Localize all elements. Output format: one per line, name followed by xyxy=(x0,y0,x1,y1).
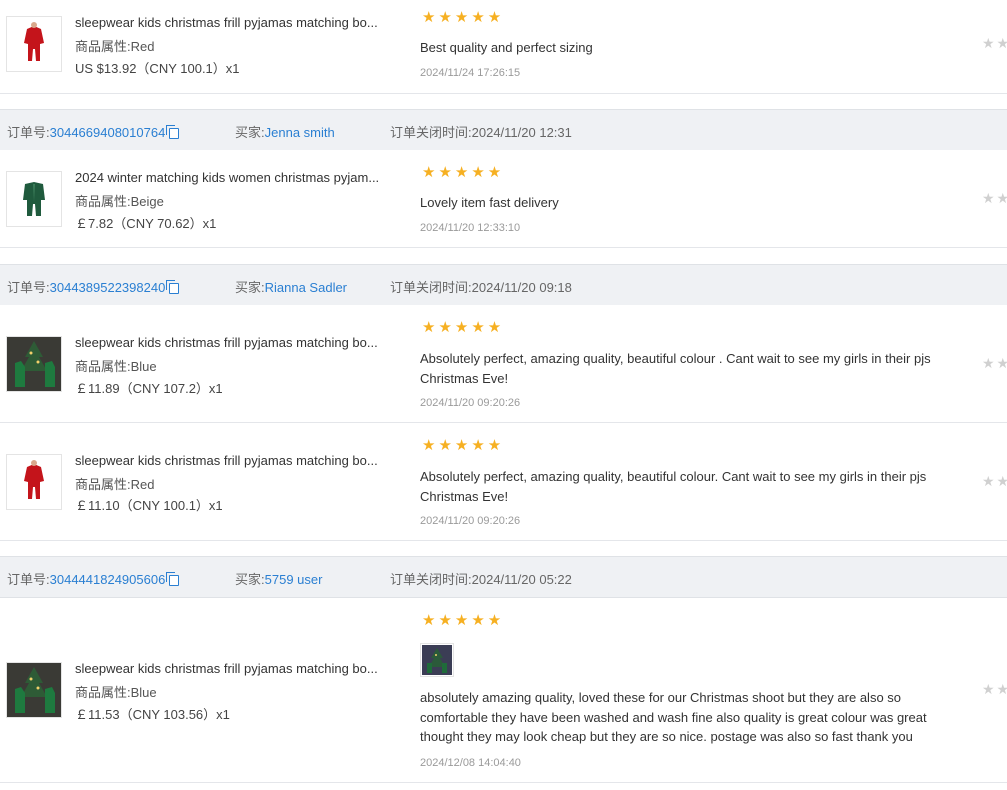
review-text: Absolutely perfect, amazing quality, bea… xyxy=(420,469,927,504)
product-price: ￡11.10（CNY 100.1）x1 xyxy=(75,498,223,513)
seller-rating-stars[interactable]: ★★ xyxy=(982,35,1007,52)
order-item-row: 2024 winter matching kids women christma… xyxy=(0,150,1007,248)
buyer: 买家:Rianna Sadler xyxy=(235,280,348,295)
product-attribute: 商品属性:Beige xyxy=(75,194,164,209)
order-header: 订单号:3044441824905606 买家:5759 user 订单关闭时间… xyxy=(0,556,1007,598)
product-attribute: 商品属性:Red xyxy=(75,39,155,54)
product-title[interactable]: sleepwear kids christmas frill pyjamas m… xyxy=(75,15,390,30)
review-text: Lovely item fast delivery xyxy=(420,195,559,210)
order-closed-time: 订单关闭时间:2024/11/20 09:18 xyxy=(390,280,572,295)
review-date: 2024/11/24 17:26:15 xyxy=(420,67,521,79)
copy-icon[interactable] xyxy=(166,125,180,139)
order-item-row: sleepwear kids christmas frill pyjamas m… xyxy=(0,305,1007,423)
buyer-link[interactable]: Rianna Sadler xyxy=(265,280,347,295)
rating-stars: ★★★★★ xyxy=(422,164,505,181)
review-text: Absolutely perfect, amazing quality, bea… xyxy=(420,351,931,386)
order-closed-time: 订单关闭时间:2024/11/20 05:22 xyxy=(390,572,572,587)
order-number-link[interactable]: 3044389522398240 xyxy=(50,280,166,295)
product-title[interactable]: 2024 winter matching kids women christma… xyxy=(75,170,390,185)
order-number: 订单号:3044389522398240 xyxy=(7,277,180,296)
buyer: 买家:5759 user xyxy=(235,572,323,587)
review-date: 2024/11/20 09:20:26 xyxy=(420,397,521,409)
order-number: 订单号:3044669408010764 xyxy=(7,122,180,141)
copy-icon[interactable] xyxy=(166,280,180,294)
order-header: 订单号:3044389522398240 买家:Rianna Sadler 订单… xyxy=(0,264,1007,306)
product-price: US $13.92（CNY 100.1）x1 xyxy=(75,61,240,76)
product-attribute: 商品属性:Blue xyxy=(75,685,157,700)
order-item-row: sleepwear kids christmas frill pyjamas m… xyxy=(0,423,1007,541)
review-date: 2024/12/08 14:04:40 xyxy=(420,757,521,769)
product-title[interactable]: sleepwear kids christmas frill pyjamas m… xyxy=(75,453,390,468)
order-closed-time: 订单关闭时间:2024/11/20 12:31 xyxy=(390,125,572,140)
product-attribute: 商品属性:Red xyxy=(75,477,155,492)
product-thumbnail[interactable] xyxy=(6,171,62,227)
buyer-link[interactable]: 5759 user xyxy=(265,572,323,587)
seller-rating-stars[interactable]: ★★ xyxy=(982,473,1007,490)
order-item-row: sleepwear kids christmas frill pyjamas m… xyxy=(0,598,1007,783)
seller-rating-stars[interactable]: ★★ xyxy=(982,190,1007,207)
review-date: 2024/11/20 09:20:26 xyxy=(420,515,521,527)
product-title[interactable]: sleepwear kids christmas frill pyjamas m… xyxy=(75,661,390,676)
rating-stars: ★★★★★ xyxy=(422,9,505,26)
product-price: ￡11.53（CNY 103.56）x1 xyxy=(75,707,230,722)
order-header: 订单号:3044669408010764 买家:Jenna smith 订单关闭… xyxy=(0,109,1007,151)
order-number-link[interactable]: 3044669408010764 xyxy=(50,125,166,140)
product-price: ￡11.89（CNY 107.2）x1 xyxy=(75,381,223,396)
seller-rating-stars[interactable]: ★★ xyxy=(982,355,1007,372)
review-photo[interactable] xyxy=(420,643,454,677)
order-number-link[interactable]: 3044441824905606 xyxy=(50,572,166,587)
buyer: 买家:Jenna smith xyxy=(235,125,335,140)
order-item-row: sleepwear kids christmas frill pyjamas m… xyxy=(0,0,1007,94)
product-title[interactable]: sleepwear kids christmas frill pyjamas m… xyxy=(75,335,390,350)
buyer-link[interactable]: Jenna smith xyxy=(265,125,335,140)
product-thumbnail[interactable] xyxy=(6,16,62,72)
copy-icon[interactable] xyxy=(166,572,180,586)
rating-stars: ★★★★★ xyxy=(422,612,505,629)
review-date: 2024/11/20 12:33:10 xyxy=(420,222,521,234)
product-thumbnail[interactable] xyxy=(6,662,62,718)
product-thumbnail[interactable] xyxy=(6,336,62,392)
rating-stars: ★★★★★ xyxy=(422,437,505,454)
rating-stars: ★★★★★ xyxy=(422,319,505,336)
seller-rating-stars[interactable]: ★★ xyxy=(982,681,1007,698)
order-number: 订单号:3044441824905606 xyxy=(7,569,180,588)
review-text: absolutely amazing quality, loved these … xyxy=(420,690,927,744)
product-price: ￡7.82（CNY 70.62）x1 xyxy=(75,216,217,231)
review-text: Best quality and perfect sizing xyxy=(420,40,593,55)
product-thumbnail[interactable] xyxy=(6,454,62,510)
product-attribute: 商品属性:Blue xyxy=(75,359,157,374)
